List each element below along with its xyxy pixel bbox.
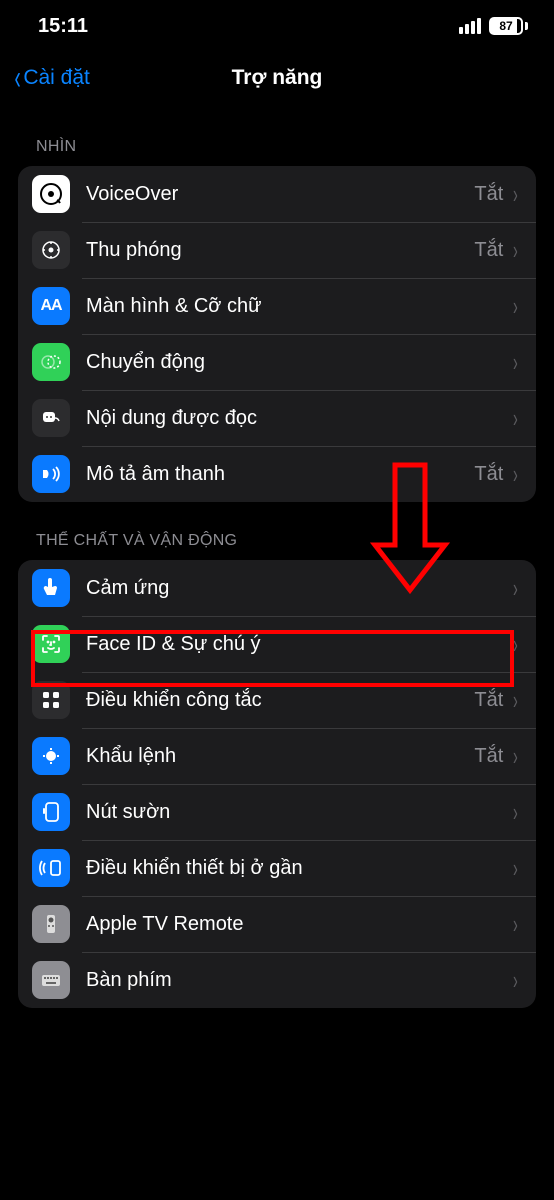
chevron-right-icon: › (513, 909, 518, 940)
chevron-right-icon: › (513, 291, 518, 322)
switch-control-icon (32, 681, 70, 719)
row-keyboard[interactable]: Bàn phím › (18, 952, 536, 1008)
keyboard-icon (32, 961, 70, 999)
row-label: Face ID & Sự chú ý (86, 633, 511, 656)
group-motor: Cảm ứng › Face ID & Sự chú ý › Điều khiể… (18, 560, 536, 1008)
row-voiceover[interactable]: VoiceOver Tắt › (18, 166, 536, 222)
row-value: Tắt (474, 239, 503, 262)
row-value: Tắt (474, 689, 503, 712)
chevron-right-icon: › (513, 347, 518, 378)
row-voice-control[interactable]: Khẩu lệnh Tắt › (18, 728, 536, 784)
row-spoken-content[interactable]: Nội dung được đọc › (18, 390, 536, 446)
section-header-motor: THỂ CHẤT VÀ VẬN ĐỘNG (18, 502, 536, 560)
row-value: Tắt (474, 183, 503, 206)
row-label: Nội dung được đọc (86, 407, 511, 430)
faceid-icon (32, 625, 70, 663)
row-label: Thu phóng (86, 239, 474, 262)
chevron-right-icon: › (513, 403, 518, 434)
row-side-button[interactable]: Nút sườn › (18, 784, 536, 840)
row-label: Điều khiển công tắc (86, 689, 474, 712)
row-label: Nút sườn (86, 801, 511, 824)
group-vision: VoiceOver Tắt › Thu phóng Tắt › AA Màn h… (18, 166, 536, 502)
back-button[interactable]: ‹ Cài đặt (12, 61, 90, 95)
apple-tv-remote-icon (32, 905, 70, 943)
chevron-right-icon: › (513, 965, 518, 996)
row-label: VoiceOver (86, 183, 474, 206)
chevron-left-icon: ‹ (15, 61, 21, 95)
row-label: Màn hình & Cỡ chữ (86, 295, 511, 318)
voiceover-icon (32, 175, 70, 213)
chevron-right-icon: › (513, 235, 518, 266)
row-nearby-device-control[interactable]: Điều khiển thiết bị ở gần › (18, 840, 536, 896)
content: NHÌN VoiceOver Tắt › Thu phóng Tắt › AA … (0, 104, 554, 1008)
status-indicators: 87 (459, 17, 528, 35)
cellular-signal-icon (459, 18, 481, 34)
chevron-right-icon: › (513, 853, 518, 884)
row-label: Chuyển động (86, 351, 511, 374)
row-apple-tv-remote[interactable]: Apple TV Remote › (18, 896, 536, 952)
nearby-control-icon (32, 849, 70, 887)
row-zoom[interactable]: Thu phóng Tắt › (18, 222, 536, 278)
chevron-right-icon: › (513, 573, 518, 604)
battery-icon: 87 (489, 17, 528, 35)
row-audio-descriptions[interactable]: Mô tả âm thanh Tắt › (18, 446, 536, 502)
chevron-right-icon: › (513, 741, 518, 772)
side-button-icon (32, 793, 70, 831)
status-bar: 15:11 87 (0, 0, 554, 52)
chevron-right-icon: › (513, 459, 518, 490)
row-motion[interactable]: Chuyển động › (18, 334, 536, 390)
row-value: Tắt (474, 745, 503, 768)
row-label: Cảm ứng (86, 577, 511, 600)
section-header-vision: NHÌN (18, 108, 536, 166)
touch-icon (32, 569, 70, 607)
voice-control-icon (32, 737, 70, 775)
row-label: Điều khiển thiết bị ở gần (86, 857, 511, 880)
row-switch-control[interactable]: Điều khiển công tắc Tắt › (18, 672, 536, 728)
row-value: Tắt (474, 463, 503, 486)
chevron-right-icon: › (513, 179, 518, 210)
row-label: Mô tả âm thanh (86, 463, 474, 486)
chevron-right-icon: › (513, 685, 518, 716)
zoom-icon (32, 231, 70, 269)
row-label: Bàn phím (86, 969, 511, 992)
row-touch[interactable]: Cảm ứng › (18, 560, 536, 616)
nav-bar: ‹ Cài đặt Trợ năng (0, 52, 554, 104)
row-display-text[interactable]: AA Màn hình & Cỡ chữ › (18, 278, 536, 334)
text-size-icon: AA (32, 287, 70, 325)
chevron-right-icon: › (513, 629, 518, 660)
motion-icon (32, 343, 70, 381)
back-label: Cài đặt (23, 66, 90, 90)
row-label: Khẩu lệnh (86, 745, 474, 768)
chevron-right-icon: › (513, 797, 518, 828)
status-time: 15:11 (38, 15, 88, 38)
audio-descriptions-icon (32, 455, 70, 493)
spoken-content-icon (32, 399, 70, 437)
row-faceid[interactable]: Face ID & Sự chú ý › (18, 616, 536, 672)
row-label: Apple TV Remote (86, 913, 511, 936)
